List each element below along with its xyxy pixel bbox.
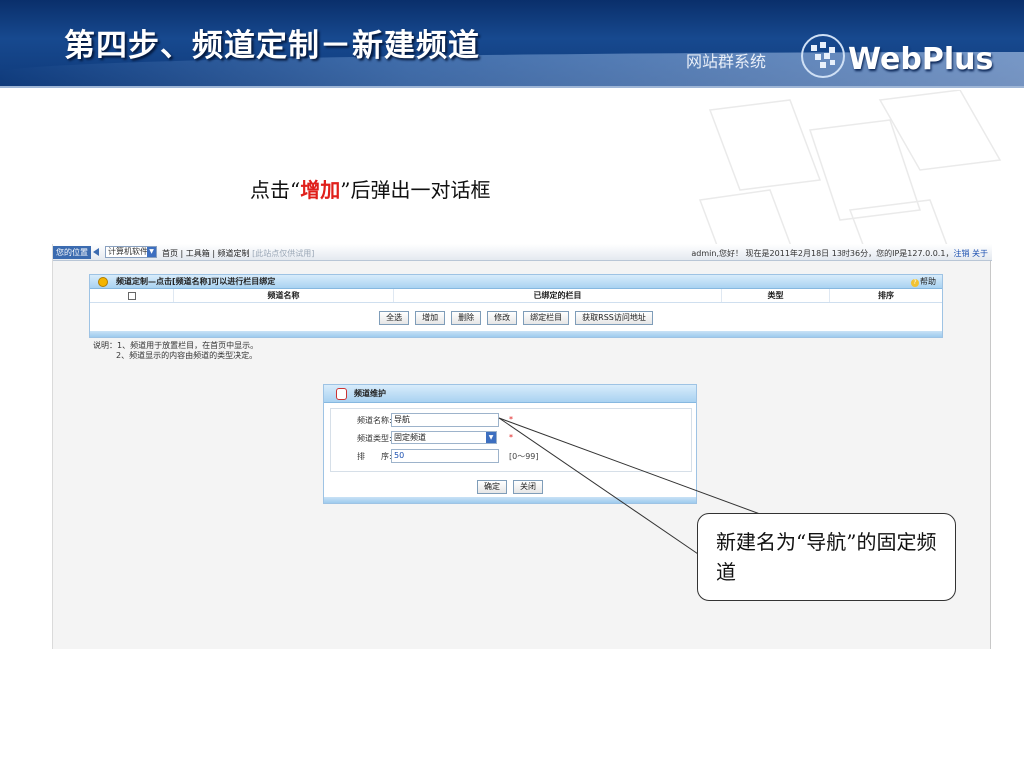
help-label: 帮助 (920, 277, 936, 286)
location-label: 您的位置 (53, 246, 91, 259)
name-row: 频道名称: 导航 * (331, 413, 691, 427)
table-header: 频道名称 已绑定的栏目 类型 排序 (90, 289, 942, 303)
select-all-checkbox-cell[interactable] (90, 289, 174, 302)
panel-button-row: 全选 增加 删除 修改 绑定栏目 获取RSS访问地址 (90, 311, 942, 325)
order-input[interactable]: 50 (391, 449, 499, 463)
slide-header: 第四步、频道定制－新建频道 网站群系统 WebPlus (0, 0, 1024, 86)
instruction-before: 点击“ (250, 178, 301, 202)
channel-dialog: 频道维护 频道名称: 导航 * 频道类型: 固定频道 ▼ * 排 序: 50 [… (323, 384, 697, 504)
webplus-logo-text: WebPlus (848, 42, 994, 77)
note-line-2: 2、频道显示的内容由频道的类型决定。 (116, 351, 258, 360)
select-all-button[interactable]: 全选 (379, 311, 410, 325)
app-topbar: 您的位置 计算机软件 ▼ 首页 | 工具箱 | 频道定制 [此站点仅供试用] a… (53, 244, 992, 261)
name-required-mark: * (509, 415, 513, 424)
bind-columns-button[interactable]: 绑定栏目 (523, 311, 570, 325)
session-info: admin,您好！ 现在是2011年2月18日 13时36分，您的IP是127.… (691, 248, 988, 259)
column-channel-name: 频道名称 (174, 289, 394, 302)
channel-name-input[interactable]: 导航 (391, 413, 499, 427)
order-range-hint: [0～99] (509, 452, 539, 461)
order-label: 排 序: (357, 452, 392, 461)
help-link[interactable]: ? 帮助 (911, 275, 936, 289)
breadcrumb-path: 首页 | 工具箱 | 频道定制 (162, 249, 250, 258)
column-bound-columns: 已绑定的栏目 (394, 289, 722, 302)
about-link[interactable]: 关于 (972, 249, 988, 258)
instruction-highlight: 增加 (300, 178, 341, 202)
dialog-form: 频道名称: 导航 * 频道类型: 固定频道 ▼ * 排 序: 50 [0～99] (330, 408, 692, 472)
channel-type-select[interactable]: 固定频道 ▼ (391, 431, 497, 444)
note-line-1: 说明：1、频道用于放置栏目，在首页中显示。 (93, 341, 259, 350)
get-rss-url-button[interactable]: 获取RSS访问地址 (575, 311, 653, 325)
chevron-down-icon: ▼ (486, 432, 496, 443)
breadcrumb-note: [此站点仅供试用] (252, 249, 315, 258)
channel-type-value: 固定频道 (394, 433, 426, 442)
type-required-mark: * (509, 433, 513, 442)
dialog-header: 频道维护 (324, 385, 696, 403)
select-all-checkbox[interactable] (127, 291, 136, 300)
breadcrumb: 首页 | 工具箱 | 频道定制 [此站点仅供试用] (162, 248, 314, 259)
panel-footer (90, 331, 942, 337)
column-type: 类型 (722, 289, 830, 302)
session-text: admin,您好！ 现在是2011年2月18日 13时36分，您的IP是127.… (691, 249, 954, 258)
column-order: 排序 (878, 291, 894, 300)
instruction-caption: 点击“增加”后弹出一对话框 (250, 174, 490, 203)
edit-button[interactable]: 修改 (487, 311, 518, 325)
dialog-button-row: 确定 关闭 (324, 480, 696, 494)
site-select-value: 计算机软件 (108, 247, 148, 256)
webplus-logo-icon (801, 34, 845, 78)
slide-title: 第四步、频道定制－新建频道 (64, 28, 480, 64)
folder-icon (98, 277, 108, 287)
logout-link[interactable]: 注销 (953, 249, 969, 258)
panel-header: 频道定制—点击[频道名称]可以进行栏目绑定 ? 帮助 (90, 275, 942, 289)
close-button[interactable]: 关闭 (513, 480, 543, 494)
add-button[interactable]: 增加 (415, 311, 446, 325)
notes: 说明：1、频道用于放置栏目，在首页中显示。 2、频道显示的内容由频道的类型决定。 (93, 341, 258, 361)
help-icon: ? (911, 279, 919, 287)
edit-icon (336, 388, 347, 400)
dialog-title: 频道维护 (354, 389, 386, 398)
chevron-down-icon: ▼ (147, 247, 156, 257)
confirm-button[interactable]: 确定 (477, 480, 507, 494)
header-divider (0, 86, 1024, 88)
type-row: 频道类型: 固定频道 ▼ * (331, 431, 691, 445)
callout-box: 新建名为“导航”的固定频道 (697, 513, 956, 601)
panel-title: 频道定制—点击[频道名称]可以进行栏目绑定 (116, 277, 276, 286)
arrow-left-icon (93, 248, 99, 256)
delete-button[interactable]: 删除 (451, 311, 482, 325)
site-select[interactable]: 计算机软件 ▼ (105, 246, 157, 258)
order-row: 排 序: 50 [0～99] (331, 449, 691, 463)
name-label: 频道名称: (357, 416, 392, 425)
instruction-after: ”后弹出一对话框 (340, 178, 491, 202)
brand-system-label: 网站群系统 (686, 52, 767, 71)
type-label: 频道类型: (357, 434, 392, 443)
dialog-footer (324, 497, 696, 503)
channel-panel: 频道定制—点击[频道名称]可以进行栏目绑定 ? 帮助 频道名称 已绑定的栏目 类型… (89, 274, 943, 338)
